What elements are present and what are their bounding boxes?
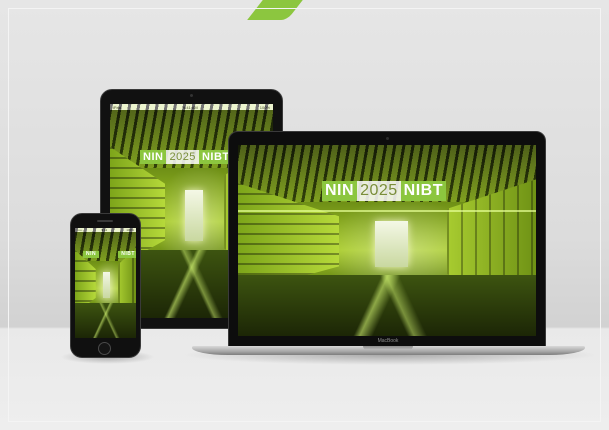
photo-door [184, 189, 203, 241]
photo-door [375, 221, 408, 268]
laptop-brand-label: MacBook [377, 338, 399, 344]
green-accent-shape [247, 0, 317, 20]
logo-nin: NIN [322, 181, 358, 201]
logo-year: 2025 [357, 181, 401, 201]
laptop-logo-banner: NIN 2025 NIBT [322, 181, 446, 201]
logo-nibt: NIBT [118, 251, 136, 258]
photo-floor [238, 274, 536, 336]
logo-nin: NIN [83, 251, 100, 258]
phone-logo-banner: NIN 2025 NIBT [83, 251, 136, 258]
phone-screen: ••••• 9:41 100% NIN 2025 NIBT [75, 228, 136, 338]
logo-year: 2025 [166, 150, 199, 164]
tablet-camera [190, 94, 193, 97]
logo-nin: NIN [140, 150, 167, 164]
laptop-notch [363, 346, 413, 350]
photo-floor [75, 302, 136, 338]
phone-home-button [98, 342, 111, 355]
photo-pipe [238, 209, 536, 212]
logo-nibt: NIBT [400, 181, 446, 201]
photo-door [103, 272, 110, 299]
laptop-screen: NIN 2025 NIBT [238, 145, 536, 336]
phone-speaker [97, 220, 113, 222]
laptop-camera [386, 137, 389, 140]
logo-year: 2025 [99, 251, 118, 258]
mockup-scene: iPad 9:41 AM 100% NIN 2025 NIBT NIN 2025… [0, 0, 609, 430]
tablet-logo-banner: NIN 2025 NIBT [140, 150, 233, 164]
